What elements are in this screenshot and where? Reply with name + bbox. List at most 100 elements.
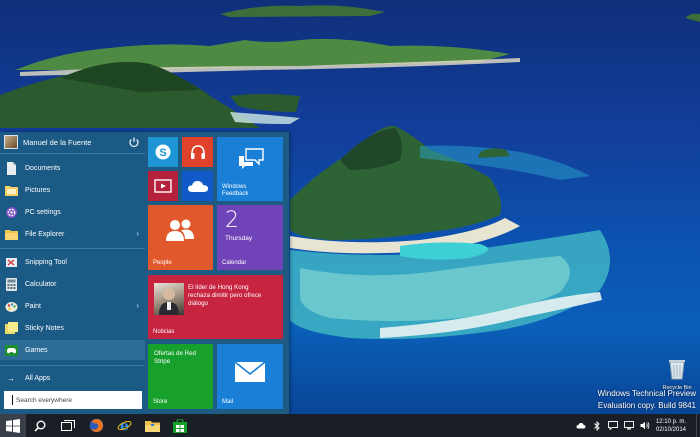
chevron-right-icon[interactable]: › bbox=[136, 229, 139, 238]
menu-item-label: Games bbox=[25, 346, 48, 354]
build-watermark: Windows Technical Preview Evaluation cop… bbox=[597, 388, 696, 412]
svg-text:e: e bbox=[120, 419, 129, 434]
menu-item-label: Sticky Notes bbox=[25, 324, 64, 332]
tile-mail[interactable]: Mail bbox=[217, 344, 283, 409]
search-input[interactable] bbox=[4, 391, 142, 409]
search-button[interactable] bbox=[26, 414, 54, 437]
recycle-bin-icon bbox=[669, 360, 685, 380]
user-name: Manuel de la Fuente bbox=[23, 137, 92, 147]
start-menu: Manuel de la Fuente Documents Pictures P… bbox=[0, 132, 289, 414]
file-explorer-icon bbox=[144, 420, 160, 432]
task-view-button[interactable] bbox=[54, 414, 82, 437]
feedback-icon bbox=[237, 147, 265, 171]
all-apps-button[interactable]: → All Apps bbox=[0, 369, 145, 387]
store-icon bbox=[173, 418, 187, 433]
menu-item-label: Paint bbox=[25, 302, 41, 310]
start-button[interactable] bbox=[0, 414, 26, 437]
menu-item-file-explorer[interactable]: File Explorer › bbox=[0, 224, 145, 244]
menu-item-label: Documents bbox=[25, 164, 61, 172]
svg-text:S: S bbox=[159, 147, 166, 159]
network-icon[interactable] bbox=[624, 421, 634, 431]
avatar bbox=[4, 135, 18, 149]
calendar-day-name: Thursday bbox=[225, 235, 253, 242]
power-icon[interactable] bbox=[128, 136, 140, 148]
scissors-icon bbox=[4, 255, 18, 269]
tile-music[interactable] bbox=[182, 137, 213, 167]
watermark-line-1: Windows Technical Preview bbox=[597, 389, 696, 398]
file-explorer-button[interactable] bbox=[138, 414, 166, 437]
menu-item-label: Calculator bbox=[25, 280, 57, 288]
clock[interactable]: 12:10 p. m. 02/10/2014 bbox=[656, 418, 686, 434]
games-icon bbox=[4, 343, 18, 357]
bluetooth-icon[interactable] bbox=[592, 420, 602, 431]
chevron-right-icon[interactable]: › bbox=[136, 301, 139, 310]
folder-icon bbox=[4, 227, 18, 241]
tile-label: Mail bbox=[222, 399, 234, 405]
menu-item-games[interactable]: Games bbox=[0, 340, 145, 360]
tile-label: Windows Feedback bbox=[222, 184, 249, 197]
internet-explorer-button[interactable]: e bbox=[110, 414, 138, 437]
menu-item-label: Snipping Tool bbox=[25, 258, 67, 266]
store-promo: Ofertas de Red Stripe bbox=[154, 350, 196, 365]
menu-item-sticky-notes[interactable]: Sticky Notes bbox=[0, 318, 145, 338]
tile-news[interactable]: El líder de Hong Kong rechaza dimitir pe… bbox=[148, 275, 283, 339]
menu-divider bbox=[0, 365, 145, 366]
menu-item-pictures[interactable]: Pictures bbox=[0, 180, 145, 200]
menu-item-calculator[interactable]: Calculator bbox=[0, 274, 145, 294]
calculator-icon bbox=[4, 277, 18, 291]
tile-video[interactable] bbox=[148, 171, 178, 201]
search-icon bbox=[34, 420, 46, 432]
firefox-icon bbox=[89, 418, 103, 433]
news-headline: El líder de Hong Kong rechaza dimitir pe… bbox=[188, 284, 262, 307]
mail-icon bbox=[234, 361, 266, 383]
menu-divider bbox=[0, 153, 145, 154]
watermark-line-2: Evaluation copy. Build 9841 bbox=[597, 401, 696, 410]
paint-icon bbox=[4, 299, 18, 313]
menu-item-paint[interactable]: Paint › bbox=[0, 296, 145, 316]
tile-label: People bbox=[153, 260, 172, 266]
skype-icon: S bbox=[154, 143, 172, 161]
search-box[interactable] bbox=[4, 391, 142, 409]
task-view-icon bbox=[61, 420, 75, 431]
menu-item-label: Pictures bbox=[25, 186, 51, 194]
internet-explorer-icon: e bbox=[117, 419, 131, 434]
tile-calendar[interactable]: 2 Thursday Calendar bbox=[217, 205, 283, 270]
tile-people[interactable]: People bbox=[148, 205, 213, 270]
store-button[interactable] bbox=[166, 414, 194, 437]
sticky-notes-icon bbox=[4, 321, 18, 335]
user-account-row[interactable]: Manuel de la Fuente bbox=[0, 132, 145, 152]
video-icon bbox=[154, 178, 172, 194]
tile-windows-feedback[interactable]: Windows Feedback bbox=[217, 137, 283, 201]
people-icon bbox=[164, 217, 196, 243]
action-center-icon[interactable] bbox=[608, 421, 618, 431]
tile-label: Noticias bbox=[153, 329, 175, 335]
menu-item-pc-settings[interactable]: PC settings bbox=[0, 202, 145, 222]
clock-time: 12:10 p. m. bbox=[655, 418, 686, 425]
calendar-day-number: 2 bbox=[225, 208, 239, 233]
tile-skype[interactable]: S bbox=[148, 137, 178, 167]
tile-store[interactable]: Ofertas de Red Stripe Store bbox=[148, 344, 213, 409]
cloud-icon bbox=[187, 179, 209, 193]
start-icon bbox=[6, 418, 20, 433]
tile-label: Calendar bbox=[222, 260, 247, 266]
tile-onedrive[interactable] bbox=[182, 171, 213, 201]
menu-divider bbox=[0, 248, 145, 249]
volume-icon[interactable] bbox=[640, 421, 650, 431]
tile-label: Store bbox=[153, 399, 168, 405]
cloud-icon[interactable] bbox=[576, 421, 586, 431]
text-caret bbox=[12, 395, 13, 405]
menu-item-snipping-tool[interactable]: Snipping Tool bbox=[0, 252, 145, 272]
arrow-right-icon: → bbox=[7, 373, 15, 383]
menu-item-label: File Explorer bbox=[25, 230, 65, 238]
menu-item-label: PC settings bbox=[25, 208, 61, 216]
documents-icon bbox=[4, 161, 18, 175]
taskbar: e 12:10 p. m. 02/10/2014 bbox=[0, 414, 700, 437]
start-menu-app-list: Manuel de la Fuente Documents Pictures P… bbox=[0, 132, 145, 414]
headphones-icon bbox=[189, 143, 207, 161]
recycle-bin[interactable]: Recycle Bin bbox=[657, 358, 697, 391]
menu-item-documents[interactable]: Documents bbox=[0, 158, 145, 178]
firefox-button[interactable] bbox=[82, 414, 110, 437]
gear-icon bbox=[4, 205, 18, 219]
show-desktop-button[interactable] bbox=[696, 414, 700, 437]
news-photo bbox=[154, 283, 184, 315]
